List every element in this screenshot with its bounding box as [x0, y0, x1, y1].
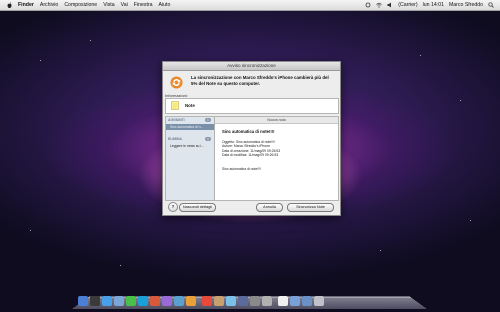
itunes-icon[interactable]	[162, 296, 172, 306]
hide-details-button[interactable]: Nascondi dettagli	[179, 203, 216, 212]
added-count-badge: 1	[205, 118, 211, 122]
preview-icon[interactable]	[226, 296, 236, 306]
mail-icon[interactable]	[114, 296, 124, 306]
user-name[interactable]: Marco Sfreddo	[449, 2, 483, 8]
apple-menu-icon[interactable]	[6, 2, 12, 9]
menu-vista[interactable]: Vista	[103, 2, 114, 8]
menu-bar: Finder Archivio Composizione Vista Vai F…	[0, 0, 500, 11]
menu-vai[interactable]: Vai	[121, 2, 128, 8]
info-item-row[interactable]: Note	[165, 98, 339, 114]
wifi-icon[interactable]	[376, 2, 383, 8]
info-item-name: Note	[185, 103, 195, 108]
dialog-title: Avviso sincronizzazione	[163, 62, 340, 71]
note-icon	[171, 101, 179, 110]
isync-icon	[170, 76, 183, 89]
dashboard-icon[interactable]	[90, 296, 100, 306]
textedit-icon[interactable]	[278, 296, 288, 306]
note-preview: Nuova nota Sinc automatica di note!!!! O…	[215, 117, 338, 200]
sidebar-item-deleted[interactable]: Leggere le news su i...	[170, 144, 204, 148]
ichat-icon[interactable]	[126, 296, 136, 306]
note-metadata: Oggetto: Sinc automatica di note!!!! Aut…	[222, 140, 280, 158]
details-pane: AGGIUNTI 1 Sinc automatica di n... ELIMI…	[165, 116, 339, 201]
sync-alert-dialog: Avviso sincronizzazione La sincronizzazi…	[162, 61, 341, 216]
photo-icon[interactable]	[150, 296, 160, 306]
settings-icon[interactable]	[250, 296, 260, 306]
skype-icon[interactable]	[138, 296, 148, 306]
sync-status-icon[interactable]	[365, 2, 371, 8]
menu-finestra[interactable]: Finestra	[134, 2, 153, 8]
menu-composizione[interactable]: Composizione	[64, 2, 97, 8]
app-icon[interactable]	[186, 296, 196, 306]
menu-finder[interactable]: Finder	[18, 2, 34, 8]
meta-modified: Data di modifica: 11/mag/09 09:26:53	[222, 153, 279, 158]
section-deleted: ELIMINA	[168, 137, 182, 141]
dialog-message: La sincronizzazione con Marco Sfreddo's …	[191, 75, 329, 86]
carrier-status[interactable]: (Carrier)	[398, 2, 417, 8]
spotlight-icon[interactable]	[488, 2, 494, 8]
xcode-icon[interactable]	[238, 296, 248, 306]
deleted-count-badge: 1	[205, 137, 211, 141]
downloads-icon[interactable]	[302, 296, 312, 306]
sync-notes-button[interactable]: Sincronizza Note	[287, 203, 334, 212]
dock	[78, 293, 324, 306]
cancel-button[interactable]: Annulla	[256, 203, 283, 212]
note-body: Sinc automatica di note!!!!	[222, 167, 262, 171]
calendar-icon[interactable]	[202, 296, 212, 306]
note-title: Sinc automatica di note!!!!	[222, 129, 275, 134]
menu-archivio[interactable]: Archivio	[40, 2, 58, 8]
help-button[interactable]: ?	[168, 202, 178, 212]
trash-icon[interactable]	[314, 296, 324, 306]
sidebar-item-added[interactable]: Sinc automatica di n...	[166, 124, 214, 130]
safari-icon[interactable]	[102, 296, 112, 306]
iphoto-icon[interactable]	[174, 296, 184, 306]
address-book-icon[interactable]	[214, 296, 224, 306]
finder-icon[interactable]	[78, 296, 88, 306]
clock[interactable]: lun 14:01	[423, 2, 444, 8]
volume-icon[interactable]	[387, 2, 393, 8]
preview-header: Nuova nota	[215, 117, 338, 124]
folder-icon[interactable]	[290, 296, 300, 306]
menu-aiuto[interactable]: Aiuto	[159, 2, 171, 8]
changes-sidebar: AGGIUNTI 1 Sinc automatica di n... ELIMI…	[166, 117, 215, 200]
utility-icon[interactable]	[262, 296, 272, 306]
section-added: AGGIUNTI	[168, 118, 185, 122]
sidebar-item-label: Sinc automatica di n...	[170, 125, 204, 129]
